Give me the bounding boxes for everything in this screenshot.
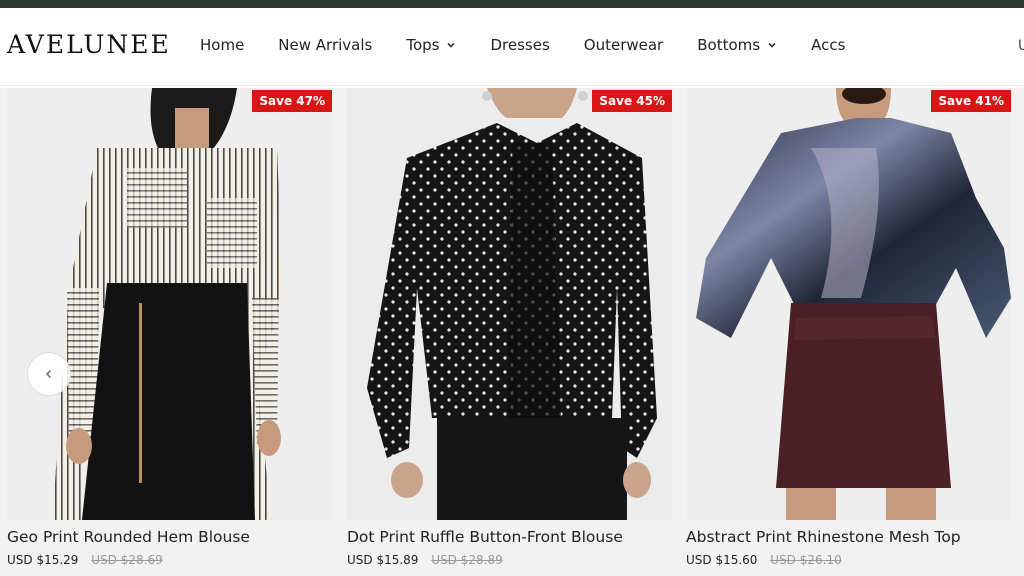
carousel-prev-button[interactable] bbox=[27, 352, 71, 396]
nav-label: Tops bbox=[406, 36, 440, 54]
brand-logo[interactable]: AVELUNEE bbox=[7, 30, 171, 59]
nav-overflow-fragment: U bbox=[1018, 38, 1024, 54]
nav-item-accs[interactable]: Accs bbox=[811, 36, 845, 54]
discount-badge: Save 47% bbox=[252, 90, 332, 112]
product-image[interactable]: Save 45% bbox=[347, 88, 672, 520]
product-card[interactable]: Save 47% Geo Print Rounded Hem Blouse US… bbox=[7, 88, 332, 567]
nav-label: Accs bbox=[811, 36, 846, 54]
nav-item-dresses[interactable]: Dresses bbox=[490, 36, 549, 54]
product-photo-mesh-top bbox=[686, 88, 1011, 520]
compare-price: USD $26.10 bbox=[770, 553, 842, 567]
nav-item-tops[interactable]: Tops bbox=[406, 36, 456, 54]
chevron-down-icon bbox=[768, 42, 776, 48]
nav-item-bottoms[interactable]: Bottoms bbox=[697, 36, 777, 54]
product-title[interactable]: Geo Print Rounded Hem Blouse bbox=[7, 528, 250, 546]
nav-label: Dresses bbox=[490, 36, 550, 54]
product-card[interactable]: Save 41% Abstract Print Rhinestone Mesh … bbox=[686, 88, 1011, 567]
site-header: AVELUNEE Home New Arrivals Tops Dresses … bbox=[0, 8, 1024, 86]
product-title[interactable]: Dot Print Ruffle Button-Front Blouse bbox=[347, 528, 623, 546]
product-prices: USD $15.60 USD $26.10 bbox=[686, 553, 842, 567]
compare-price: USD $28.69 bbox=[91, 553, 163, 567]
product-prices: USD $15.89 USD $28.89 bbox=[347, 553, 503, 567]
nav-label: Home bbox=[200, 36, 245, 54]
chevron-down-icon bbox=[447, 42, 456, 48]
nav-item-home[interactable]: Home bbox=[200, 36, 244, 54]
top-accent-bar bbox=[0, 0, 1024, 8]
main-nav: Home New Arrivals Tops Dresses Outerwear… bbox=[200, 36, 879, 54]
product-card[interactable]: Save 45% Dot Print Ruffle Button-Front B… bbox=[347, 88, 672, 567]
product-photo-dot-blouse bbox=[347, 88, 672, 520]
chevron-left-icon bbox=[45, 369, 52, 379]
nav-label: Bottoms bbox=[697, 36, 761, 54]
compare-price: USD $28.89 bbox=[431, 553, 503, 567]
product-grid: Save 47% Geo Print Rounded Hem Blouse US… bbox=[0, 88, 1024, 576]
sale-price: USD $15.89 bbox=[347, 553, 419, 567]
nav-label: New Arrivals bbox=[278, 36, 373, 54]
product-image[interactable]: Save 41% bbox=[686, 88, 1011, 520]
sale-price: USD $15.60 bbox=[686, 553, 758, 567]
product-title[interactable]: Abstract Print Rhinestone Mesh Top bbox=[686, 528, 961, 546]
product-prices: USD $15.29 USD $28.69 bbox=[7, 553, 163, 567]
nav-item-outerwear[interactable]: Outerwear bbox=[584, 36, 663, 54]
product-image[interactable]: Save 47% bbox=[7, 88, 332, 520]
product-photo-geo-blouse bbox=[7, 88, 332, 520]
discount-badge: Save 45% bbox=[592, 90, 672, 112]
nav-item-new-arrivals[interactable]: New Arrivals bbox=[278, 36, 372, 54]
nav-label: Outerwear bbox=[583, 36, 664, 54]
discount-badge: Save 41% bbox=[931, 90, 1011, 112]
sale-price: USD $15.29 bbox=[7, 553, 79, 567]
